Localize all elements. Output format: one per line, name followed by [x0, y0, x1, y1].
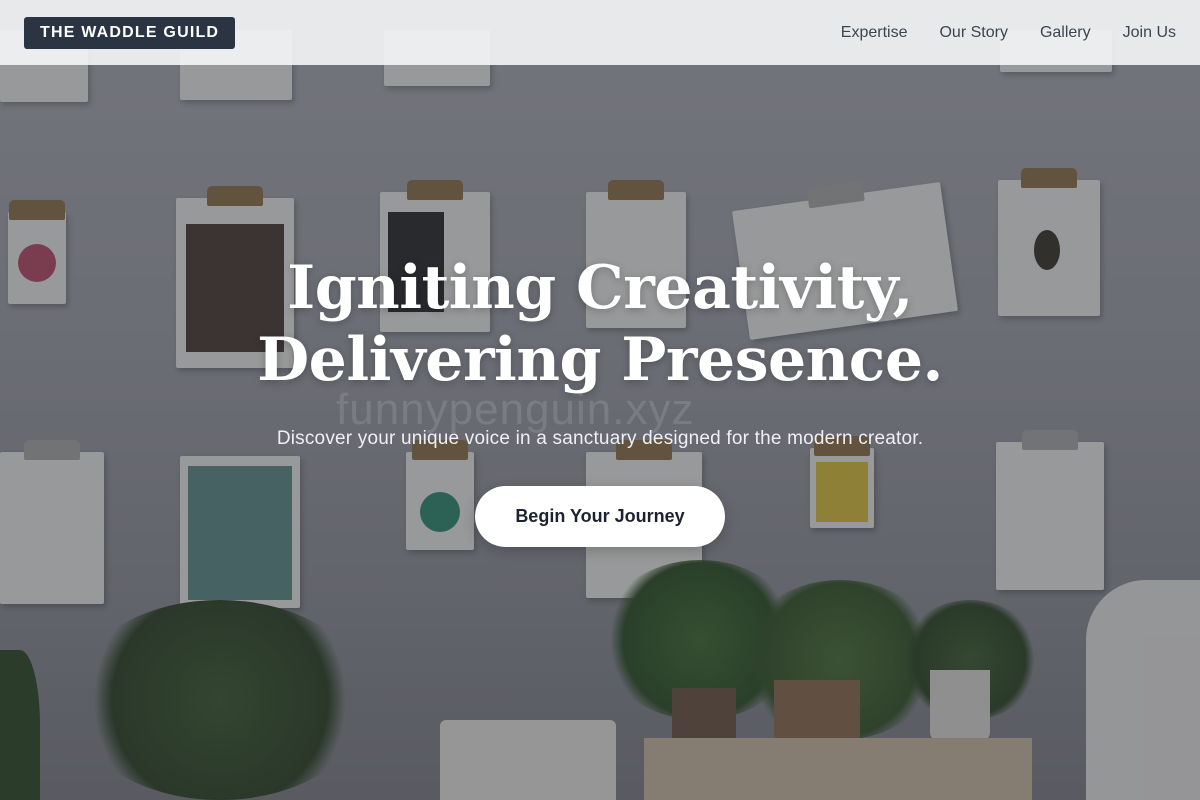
brand-logo[interactable]: THE WADDLE GUILD	[24, 16, 236, 49]
hero-subtitle: Discover your unique voice in a sanctuar…	[276, 428, 924, 449]
hero-title-line-2: Delivering Presence.	[257, 325, 943, 395]
hero-title: Igniting Creativity, Delivering Presence…	[0, 252, 1200, 396]
main-nav: Expertise Our Story Gallery Join Us	[841, 24, 1176, 42]
hero-title-line-1: Igniting Creativity,	[287, 253, 913, 323]
nav-link-gallery[interactable]: Gallery	[1040, 24, 1091, 42]
site-header: THE WADDLE GUILD Expertise Our Story Gal…	[0, 0, 1200, 65]
nav-link-expertise[interactable]: Expertise	[841, 24, 908, 42]
hero-section: Igniting Creativity, Delivering Presence…	[0, 252, 1200, 547]
nav-link-our-story[interactable]: Our Story	[939, 24, 1007, 42]
begin-journey-button[interactable]: Begin Your Journey	[475, 486, 725, 547]
nav-link-join-us[interactable]: Join Us	[1123, 24, 1176, 42]
